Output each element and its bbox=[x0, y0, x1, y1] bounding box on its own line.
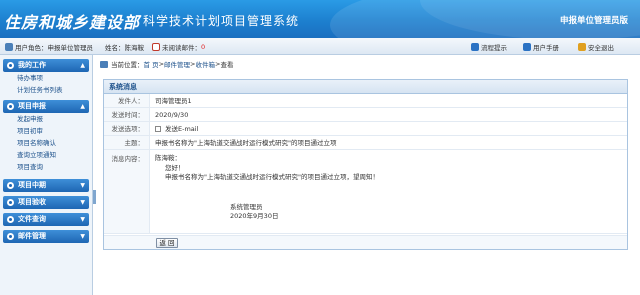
sidebar-group-label: 项目验收 bbox=[18, 198, 46, 206]
sidebar-group-label: 我的工作 bbox=[18, 61, 46, 69]
sidebar-group-label: 邮件管理 bbox=[18, 232, 46, 240]
sender-label: 发件人： bbox=[104, 94, 150, 107]
sidebar-item-approval-notice[interactable]: 查询立项通知 bbox=[0, 150, 92, 161]
breadcrumb-home[interactable]: 首 页 bbox=[144, 59, 159, 69]
send-time-label: 发送时间： bbox=[104, 108, 150, 121]
chevron-up-icon: ▲ bbox=[80, 62, 85, 69]
sender-row: 发件人： 司海管理员1 bbox=[104, 94, 627, 108]
help-icon bbox=[523, 43, 531, 51]
location-icon bbox=[100, 60, 108, 68]
menu-bullet-icon bbox=[7, 199, 14, 206]
breadcrumb-current: 查看 bbox=[220, 61, 234, 69]
button-bar: 返 回 bbox=[104, 235, 627, 249]
chevron-down-icon: ▼ bbox=[80, 182, 85, 189]
send-option-value: 发送E-mail bbox=[150, 122, 198, 135]
message-content: 陈海鞍： 您好！ 申报书名称为"上海轨道交通战时运行模式研究"的项目通过立项，望… bbox=[150, 150, 384, 233]
sidebar-group-file-query[interactable]: 文件查询 ▼ bbox=[3, 213, 89, 226]
sidebar-item-name-confirm[interactable]: 项目名称确认 bbox=[0, 138, 92, 149]
send-option-row: 发送选项： 发送E-mail bbox=[104, 122, 627, 136]
content-date: 2020年9月30日 bbox=[230, 212, 279, 220]
chevron-down-icon: ▼ bbox=[80, 233, 85, 240]
content-signature: 系统管理员 bbox=[230, 203, 263, 211]
sidebar: 我的工作 ▲ 待办事项 计划任务书列表 项目申报 ▲ 发起申报 项目初审 项目名… bbox=[0, 55, 93, 295]
sidebar-item-task-list[interactable]: 计划任务书列表 bbox=[0, 85, 92, 96]
panel-title: 系统消息 bbox=[104, 80, 627, 94]
menu-bullet-icon bbox=[7, 103, 14, 110]
process-tips-label: 流程提示 bbox=[481, 44, 507, 52]
unread-mail[interactable]: 未阅读邮件： 0 bbox=[152, 42, 205, 52]
ministry-logo: 住房和城乡建设部 bbox=[4, 13, 141, 32]
user-name: 姓名：陈海鞍 bbox=[105, 42, 144, 52]
sidebar-group-acceptance[interactable]: 项目验收 ▼ bbox=[3, 196, 89, 209]
sidebar-group-mail[interactable]: 邮件管理 ▼ bbox=[3, 230, 89, 243]
app-header: 住房和城乡建设部 科学技术计划项目管理系统 申报单位管理员版 bbox=[0, 0, 640, 38]
content-recipient: 陈海鞍： bbox=[155, 154, 181, 162]
process-tips-link[interactable]: 流程提示 bbox=[471, 42, 507, 52]
breadcrumb-mail[interactable]: 邮件管理 bbox=[164, 59, 190, 69]
breadcrumb-inbox[interactable]: 收件箱 bbox=[195, 59, 215, 69]
menu-bullet-icon bbox=[7, 62, 14, 69]
send-time-row: 发送时间： 2020/9/30 bbox=[104, 108, 627, 122]
sidebar-group-my-work[interactable]: 我的工作 ▲ bbox=[3, 59, 89, 72]
chevron-up-icon: ▲ bbox=[80, 103, 85, 110]
back-button[interactable]: 返 回 bbox=[156, 238, 178, 248]
mail-icon bbox=[152, 43, 160, 51]
menu-bullet-icon bbox=[7, 182, 14, 189]
subject-label: 主题： bbox=[104, 136, 150, 149]
sidebar-group-label: 项目中期 bbox=[18, 181, 46, 189]
sidebar-item-todo[interactable]: 待办事项 bbox=[0, 73, 92, 84]
sidebar-group-label: 文件查询 bbox=[18, 215, 46, 223]
email-checkbox[interactable] bbox=[155, 125, 161, 132]
user-manual-link[interactable]: 用户手册 bbox=[523, 42, 559, 52]
unread-mail-label: 未阅读邮件： bbox=[162, 44, 201, 52]
user-info-bar: 用户角色：申报单位管理员 姓名：陈海鞍 未阅读邮件： 0 流程提示 用户手册 安… bbox=[0, 38, 640, 55]
content-body: 申报书名称为"上海轨道交通战时运行模式研究"的项目通过立项，望周知！ bbox=[165, 173, 379, 181]
chevron-down-icon: ▼ bbox=[80, 199, 85, 206]
breadcrumb-prefix: 当前位置： bbox=[111, 61, 144, 69]
sidebar-item-project-query[interactable]: 项目查询 bbox=[0, 162, 92, 173]
sidebar-group-midterm[interactable]: 项目中期 ▼ bbox=[3, 179, 89, 192]
lock-icon bbox=[578, 43, 586, 51]
content-greeting: 您好！ bbox=[165, 164, 185, 172]
menu-bullet-icon bbox=[7, 216, 14, 223]
user-manual-label: 用户手册 bbox=[533, 44, 559, 52]
logout-label: 安全退出 bbox=[588, 44, 614, 52]
breadcrumb: 当前位置： 首 页 > 邮件管理 > 收件箱 > 查看 bbox=[100, 59, 233, 69]
sidebar-group-project-apply[interactable]: 项目申报 ▲ bbox=[3, 100, 89, 113]
sidebar-collapse-handle[interactable] bbox=[93, 190, 96, 204]
system-title: 科学技术计划项目管理系统 bbox=[143, 14, 300, 28]
user-icon bbox=[5, 43, 13, 51]
subject-value: 申报书名称为"上海轨道交通战时运行模式研究"的项目通过立项 bbox=[155, 138, 337, 147]
send-time-value: 2020/9/30 bbox=[155, 110, 189, 119]
user-name-text: 姓名：陈海鞍 bbox=[105, 44, 144, 52]
send-option-label: 发送选项： bbox=[104, 122, 150, 135]
content-row: 消息内容： 陈海鞍： 您好！ 申报书名称为"上海轨道交通战时运行模式研究"的项目… bbox=[104, 150, 627, 234]
subject-row: 主题： 申报书名称为"上海轨道交通战时运行模式研究"的项目通过立项 bbox=[104, 136, 627, 150]
help-icon bbox=[471, 43, 479, 51]
user-role-text: 用户角色：申报单位管理员 bbox=[15, 44, 93, 52]
unread-count: 0 bbox=[201, 43, 206, 51]
message-panel: 系统消息 发件人： 司海管理员1 发送时间： 2020/9/30 发送选项： 发… bbox=[103, 79, 628, 250]
menu-bullet-icon bbox=[7, 233, 14, 240]
content-label: 消息内容： bbox=[104, 150, 150, 233]
sidebar-item-initial-review[interactable]: 项目初审 bbox=[0, 126, 92, 137]
email-checkbox-label: 发送E-mail bbox=[165, 124, 199, 133]
edition-label: 申报单位管理员版 bbox=[559, 16, 628, 26]
sidebar-item-start-apply[interactable]: 发起申报 bbox=[0, 114, 92, 125]
chevron-down-icon: ▼ bbox=[80, 216, 85, 223]
sidebar-group-label: 项目申报 bbox=[18, 102, 46, 110]
sender-value: 司海管理员1 bbox=[155, 96, 192, 105]
logout-link[interactable]: 安全退出 bbox=[578, 42, 614, 52]
user-role: 用户角色：申报单位管理员 bbox=[5, 42, 93, 52]
